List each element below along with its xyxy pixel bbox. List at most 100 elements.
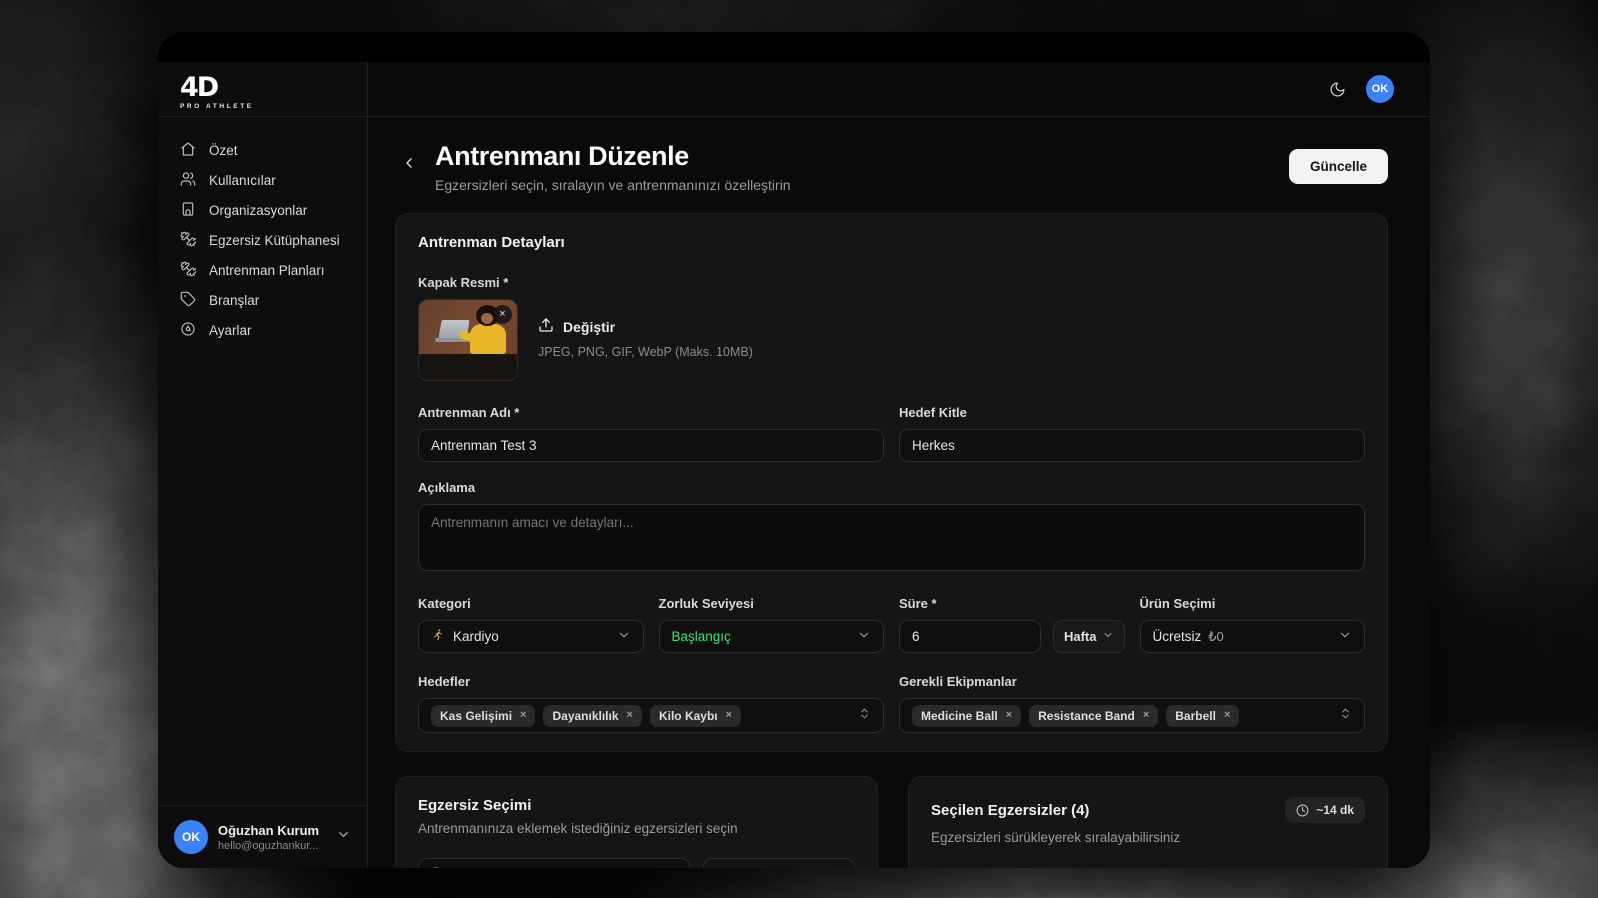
category-filter-value: Tüm Kategoriler (716, 867, 821, 868)
category-filter-select[interactable]: Tüm Kategoriler (703, 858, 855, 868)
settings-icon (180, 321, 196, 340)
workout-details-card: Antrenman Detayları Kapak Resmi * × (395, 213, 1388, 752)
workout-name-label: Antrenman Adı * (418, 405, 884, 420)
selected-exercises-subtitle: Egzersizleri sürükleyerek sıralayabilirs… (931, 830, 1365, 845)
cover-formats-hint: JPEG, PNG, GIF, WebP (Maks. 10MB) (538, 345, 753, 359)
difficulty-label: Zorluk Seviyesi (659, 596, 885, 611)
sidebar-nav: Özet Kullanıcılar Organizasyonlar Egzers… (158, 117, 367, 345)
sidebar-item-label: Ayarlar (209, 323, 252, 338)
product-price: ₺0 (1208, 629, 1224, 644)
product-value: Ücretsiz (1153, 629, 1202, 644)
chevron-down-icon (1102, 629, 1114, 644)
cover-image-label: Kapak Resmi * (418, 275, 1365, 290)
sidebar-item-label: Egzersiz Kütüphanesi (209, 233, 340, 248)
chevron-down-icon (1338, 628, 1352, 645)
remove-tag-icon[interactable]: × (1143, 710, 1149, 721)
target-audience-label: Hedef Kitle (899, 405, 1365, 420)
target-audience-input[interactable] (899, 429, 1365, 462)
page-title: Antrenmanı Düzenle (435, 141, 791, 172)
chevron-down-icon (617, 628, 631, 645)
remove-cover-button[interactable]: × (493, 305, 512, 324)
page-content: Antrenmanı Düzenle Egzersizleri seçin, s… (368, 117, 1430, 868)
sidebar-item-organizasyonlar[interactable]: Organizasyonlar (170, 195, 355, 225)
equipment-multiselect[interactable]: Medicine Ball× Resistance Band× Barbell× (899, 698, 1365, 733)
topbar-avatar[interactable]: OK (1366, 75, 1394, 103)
sidebar-item-ozet[interactable]: Özet (170, 135, 355, 165)
sidebar-item-kullanicilar[interactable]: Kullanıcılar (170, 165, 355, 195)
remove-tag-icon[interactable]: × (726, 710, 732, 721)
update-button[interactable]: Güncelle (1289, 149, 1388, 184)
sidebar-item-label: Antrenman Planları (209, 263, 325, 278)
category-value: Kardiyo (453, 629, 609, 644)
topbar: OK (368, 62, 1430, 117)
remove-tag-icon[interactable]: × (1006, 710, 1012, 721)
search-icon (429, 866, 444, 868)
sidebar-item-egzersiz-kutuphanesi[interactable]: Egzersiz Kütüphanesi (170, 225, 355, 255)
change-cover-label: Değiştir (563, 319, 615, 335)
chevrons-up-down-icon (858, 707, 871, 725)
chevron-down-icon (829, 867, 842, 869)
details-heading: Antrenman Detayları (418, 234, 1365, 251)
sidebar-item-branslar[interactable]: Branşlar (170, 285, 355, 315)
goals-label: Hedefler (418, 674, 884, 689)
sidebar-item-ayarlar[interactable]: Ayarlar (170, 315, 355, 345)
category-label: Kategori (418, 596, 644, 611)
runner-icon (431, 628, 445, 645)
building-icon (180, 201, 196, 220)
difficulty-select[interactable]: Başlangıç (659, 620, 885, 653)
goal-tag: Dayanıklılık× (543, 705, 641, 727)
app-window: 4D PRO ATHLETE Özet Kullanıcılar Organiz… (158, 32, 1430, 868)
back-button[interactable] (395, 149, 423, 177)
clock-icon (1296, 804, 1309, 817)
product-select[interactable]: Ücretsiz ₺0 (1140, 620, 1366, 653)
cover-image-thumbnail[interactable]: × (418, 299, 518, 381)
change-cover-button[interactable]: Değiştir (538, 317, 753, 336)
workout-name-input[interactable] (418, 429, 884, 462)
dumbbell-icon (180, 231, 196, 250)
chevron-down-icon (336, 827, 351, 847)
goal-tag: Kilo Kaybı× (650, 705, 741, 727)
equipment-label: Gerekli Ekipmanlar (899, 674, 1365, 689)
selected-exercises-heading: Seçilen Egzersizler (4) (931, 802, 1089, 819)
chevrons-up-down-icon (1339, 707, 1352, 725)
equipment-tag: Barbell× (1166, 705, 1239, 727)
avatar: OK (174, 820, 208, 854)
brand-logo[interactable]: 4D PRO ATHLETE (158, 62, 367, 117)
logo-title: 4D (180, 74, 345, 101)
sidebar-user-menu[interactable]: OK Oğuzhan Kurum hello@oguzhankur... (158, 805, 367, 868)
chevron-down-icon (857, 628, 871, 645)
goal-tag: Kas Gelişimi× (431, 705, 535, 727)
moon-icon (1329, 81, 1346, 98)
description-label: Açıklama (418, 480, 1365, 495)
exercise-selection-heading: Egzersiz Seçimi (418, 797, 855, 814)
selected-exercises-card: Seçilen Egzersizler (4) ~14 dk Egzersizl… (908, 776, 1388, 868)
remove-tag-icon[interactable]: × (1224, 710, 1230, 721)
users-icon (180, 171, 196, 190)
duration-unit-select[interactable]: Hafta (1053, 620, 1125, 653)
window-titlebar (158, 32, 1430, 62)
description-textarea[interactable] (418, 504, 1365, 571)
category-select[interactable]: Kardiyo (418, 620, 644, 653)
user-email: hello@oguzhankur... (218, 840, 326, 852)
total-duration-badge: ~14 dk (1285, 797, 1365, 823)
sidebar-item-antrenman-planlari[interactable]: Antrenman Planları (170, 255, 355, 285)
theme-toggle-button[interactable] (1329, 81, 1346, 98)
logo-subtitle: PRO ATHLETE (180, 103, 345, 110)
duration-input[interactable] (899, 620, 1041, 653)
duration-unit-value: Hafta (1064, 629, 1097, 644)
total-duration-value: ~14 dk (1316, 803, 1354, 817)
product-label: Ürün Seçimi (1140, 596, 1366, 611)
sidebar-item-label: Kullanıcılar (209, 173, 276, 188)
equipment-tag: Resistance Band× (1029, 705, 1158, 727)
page-subtitle: Egzersizleri seçin, sıralayın ve antrenm… (435, 177, 791, 193)
exercise-selection-card: Egzersiz Seçimi Antrenmanınıza eklemek i… (395, 776, 878, 868)
chevron-left-icon (401, 155, 417, 171)
close-icon: × (499, 309, 505, 320)
exercise-search-input[interactable] (418, 858, 690, 868)
duration-label: Süre * (899, 596, 1125, 611)
goals-multiselect[interactable]: Kas Gelişimi× Dayanıklılık× Kilo Kaybı× (418, 698, 884, 733)
remove-tag-icon[interactable]: × (627, 710, 633, 721)
dumbbell-icon (180, 261, 196, 280)
sidebar-item-label: Branşlar (209, 293, 259, 308)
remove-tag-icon[interactable]: × (520, 710, 526, 721)
